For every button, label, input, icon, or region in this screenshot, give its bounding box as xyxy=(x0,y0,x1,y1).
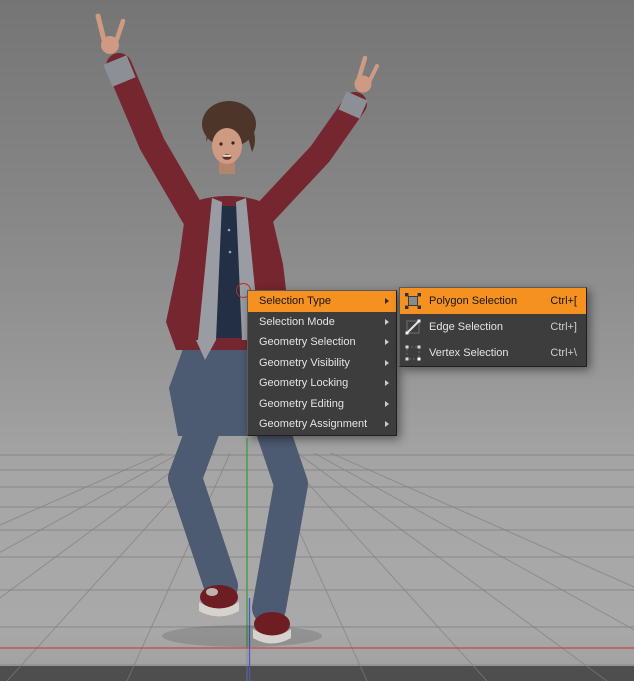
character-legs xyxy=(168,399,308,625)
submenu-arrow-icon xyxy=(385,298,389,305)
character-left-arm xyxy=(95,13,207,229)
submenu-arrow-icon xyxy=(385,421,389,428)
menu-item-geometry-editing[interactable]: Geometry Editing xyxy=(248,394,396,415)
menu-item-geometry-locking[interactable]: Geometry Locking xyxy=(248,373,396,394)
submenu-arrow-icon xyxy=(385,400,389,407)
menu-item-label: Geometry Editing xyxy=(259,397,344,410)
menu-item-selection-type[interactable]: Selection Type xyxy=(248,291,396,312)
shortcut-label: Ctrl+[ xyxy=(550,295,577,307)
menu-item-selection-mode[interactable]: Selection Mode xyxy=(248,312,396,333)
geometry-context-menu: Selection Type Selection Mode Geometry S… xyxy=(247,290,397,436)
menu-item-label: Geometry Assignment xyxy=(259,418,368,431)
polygon-selection-icon xyxy=(405,293,421,309)
shortcut-label: Ctrl+\ xyxy=(550,347,577,359)
menu-item-label: Geometry Selection xyxy=(259,336,356,349)
menu-item-geometry-selection[interactable]: Geometry Selection xyxy=(248,332,396,353)
submenu-item-label: Vertex Selection xyxy=(429,347,509,359)
submenu-item-edge-selection[interactable]: Edge Selection Ctrl+] xyxy=(400,314,586,340)
submenu-item-polygon-selection[interactable]: Polygon Selection Ctrl+[ xyxy=(400,288,586,314)
shortcut-label: Ctrl+] xyxy=(550,321,577,333)
character-left-shoe xyxy=(199,585,239,617)
submenu-item-vertex-selection[interactable]: Vertex Selection Ctrl+\ xyxy=(400,340,586,366)
menu-item-label: Geometry Visibility xyxy=(259,356,350,369)
character-shadow xyxy=(162,625,322,647)
submenu-item-label: Edge Selection xyxy=(429,321,503,333)
submenu-item-label: Polygon Selection xyxy=(429,295,518,307)
menu-item-geometry-visibility[interactable]: Geometry Visibility xyxy=(248,353,396,374)
submenu-arrow-icon xyxy=(385,380,389,387)
menu-item-geometry-assignment[interactable]: Geometry Assignment xyxy=(248,414,396,435)
character-right-shoe xyxy=(253,612,291,644)
character-right-arm xyxy=(250,55,379,228)
selection-type-submenu: Polygon Selection Ctrl+[ Edge Selection … xyxy=(399,287,587,367)
submenu-arrow-icon xyxy=(385,318,389,325)
menu-item-label: Geometry Locking xyxy=(259,377,349,390)
menu-item-label: Selection Type xyxy=(259,295,331,308)
viewport-3d[interactable]: Selection Type Selection Mode Geometry S… xyxy=(0,0,634,681)
character-head xyxy=(202,101,256,174)
menu-item-label: Selection Mode xyxy=(259,315,335,328)
edge-selection-icon xyxy=(405,319,421,335)
vertex-selection-icon xyxy=(405,345,421,361)
submenu-arrow-icon xyxy=(385,359,389,366)
submenu-arrow-icon xyxy=(385,339,389,346)
